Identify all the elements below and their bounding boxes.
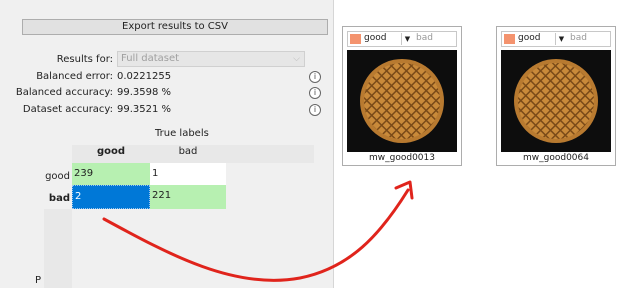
annotation-arrow (102, 180, 414, 282)
